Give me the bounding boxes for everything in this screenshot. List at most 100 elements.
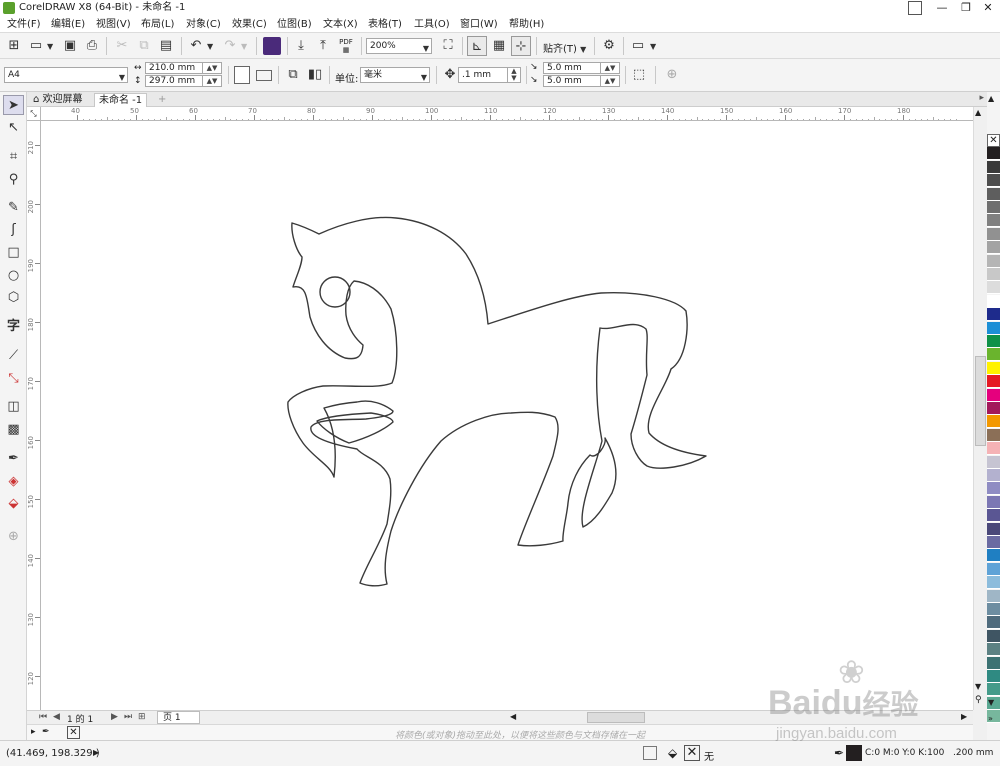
polygon-tool-icon[interactable]: ⬡ (3, 288, 24, 308)
print-icon[interactable]: ⎙ (82, 36, 102, 56)
palette-scroll-up-icon[interactable]: ▲ (988, 94, 994, 103)
current-page-icon[interactable]: ▮▯ (305, 65, 325, 85)
zoom-level-combo[interactable]: 200% ▼ (366, 38, 432, 54)
freehand-tool-icon[interactable]: ✎ (3, 198, 24, 218)
color-swatch[interactable] (987, 375, 1000, 389)
page-size-dropdown-icon[interactable]: ▼ (119, 71, 125, 85)
show-grid-icon[interactable]: ▦ (489, 36, 509, 56)
units-dropdown-icon[interactable]: ▼ (421, 71, 427, 85)
color-swatch[interactable] (987, 629, 1000, 643)
crop-tool-icon[interactable]: ⌗ (3, 147, 24, 167)
minimize-button[interactable]: — (930, 0, 954, 16)
pick-tool-icon[interactable]: ➤ (3, 95, 24, 115)
duplicate-y-input[interactable]: 5.0 mm (543, 75, 601, 87)
publish-pdf-icon[interactable]: PDF ▦ (337, 38, 355, 54)
color-swatch[interactable] (987, 428, 1000, 442)
color-swatch[interactable] (987, 187, 1000, 201)
color-swatch[interactable] (987, 415, 1000, 429)
shape-tool-icon[interactable]: ↖ (3, 118, 24, 138)
all-pages-icon[interactable]: ⧉ (283, 65, 303, 85)
outline-color-swatch[interactable] (846, 745, 862, 761)
status-expand-icon[interactable]: ▶ (93, 748, 99, 757)
menu-file[interactable]: 文件(F) (7, 18, 41, 31)
artistic-media-tool-icon[interactable]: ʃ (3, 220, 24, 240)
color-swatch[interactable] (987, 455, 1000, 469)
color-swatch[interactable] (987, 589, 1000, 603)
paste-icon[interactable]: ▤ (156, 36, 176, 56)
restore-button[interactable]: ❐ (954, 0, 978, 16)
color-swatch[interactable] (987, 549, 1000, 563)
horizontal-ruler[interactable]: 40 50 60 70 80 90 100 110 120 130 140 150 160 170 180 (27, 107, 988, 121)
color-swatch[interactable] (987, 268, 1000, 281)
menu-bitmaps[interactable]: 位图(B) (277, 18, 312, 31)
toolbox-customize-icon[interactable]: ⊕ (3, 527, 24, 547)
color-swatch[interactable] (987, 388, 1000, 402)
color-swatch[interactable] (987, 522, 1000, 536)
color-swatch[interactable] (987, 147, 1000, 161)
horse-silhouette-drawing[interactable] (41, 121, 973, 710)
undo-dropdown-icon[interactable]: ▼ (207, 42, 213, 51)
duplicate-y-spinner[interactable]: ▲▼ (600, 75, 620, 87)
connector-tool-icon[interactable]: ⤡ (3, 369, 24, 389)
menu-view[interactable]: 视图(V) (96, 18, 131, 31)
rectangle-tool-icon[interactable]: □ (3, 243, 24, 263)
ruler-origin-icon[interactable]: ⤡ (27, 107, 41, 121)
landscape-orientation-icon[interactable] (256, 70, 272, 81)
color-swatch[interactable] (987, 495, 1000, 509)
color-swatch[interactable] (987, 509, 1000, 523)
full-screen-icon[interactable]: ⛶ (438, 36, 458, 56)
page-height-spinner[interactable]: ▲▼ (202, 75, 222, 87)
new-document-icon[interactable]: ⊞ (4, 36, 24, 56)
menu-layout[interactable]: 布局(L) (141, 18, 174, 31)
parallel-dimension-tool-icon[interactable]: ⟋ (3, 346, 24, 366)
last-page-icon[interactable]: ⏭ (124, 712, 132, 722)
color-swatch[interactable] (987, 683, 1000, 697)
portrait-orientation-icon[interactable] (234, 66, 250, 84)
color-swatch[interactable] (987, 616, 1000, 630)
page-width-input[interactable]: 210.0 mm (145, 62, 203, 74)
first-page-icon[interactable]: ⏮ (39, 712, 47, 722)
corel-connect-icon[interactable] (263, 37, 281, 55)
page-size-combo[interactable]: A4 ▼ (4, 67, 128, 83)
color-proof-icon[interactable] (643, 746, 657, 760)
add-page-icon[interactable]: ⊞ (138, 712, 146, 722)
color-swatch[interactable] (987, 281, 1000, 295)
smart-fill-tool-icon[interactable]: ⬙ (3, 494, 24, 514)
menu-effects[interactable]: 效果(C) (232, 18, 267, 31)
color-swatch[interactable] (987, 656, 1000, 670)
color-swatch[interactable] (987, 308, 1000, 322)
no-color-swatch-icon[interactable]: ✕ (67, 726, 80, 739)
export-icon[interactable]: ⤒ (313, 36, 333, 56)
color-swatch[interactable] (987, 254, 1000, 268)
color-swatch[interactable] (987, 348, 1000, 362)
next-page-icon[interactable]: ▶ (111, 712, 118, 722)
new-tab-button[interactable]: + (154, 93, 170, 107)
color-swatch[interactable] (987, 241, 1000, 255)
color-swatch[interactable] (987, 214, 1000, 228)
color-swatch[interactable] (987, 482, 1000, 496)
tab-welcome-screen[interactable]: ⌂ 欢迎屏幕 (29, 93, 87, 107)
tab-document[interactable]: 未命名 -1 (94, 93, 148, 107)
redo-dropdown-icon[interactable]: ▼ (241, 42, 247, 51)
nudge-spinner[interactable]: ▲ ▼ (507, 67, 521, 83)
color-swatch[interactable] (987, 321, 1000, 335)
color-swatch[interactable] (987, 402, 1000, 415)
menu-edit[interactable]: 编辑(E) (51, 18, 85, 31)
cut-icon[interactable]: ✂ (112, 36, 132, 56)
color-eyedropper-tool-icon[interactable]: ✒ (3, 449, 24, 469)
zoom-tool-icon[interactable]: ⚲ (3, 170, 24, 190)
palette-scroll-down-icon[interactable]: ▼ (988, 698, 994, 707)
color-swatch[interactable] (987, 201, 1000, 214)
color-swatch[interactable] (987, 227, 1000, 241)
quick-customize-icon[interactable]: ⊕ (662, 65, 682, 85)
show-guidelines-icon[interactable]: ⊹ (511, 36, 531, 56)
zoom-dropdown-icon[interactable]: ▼ (423, 42, 429, 56)
undo-icon[interactable]: ↶ (186, 36, 206, 56)
color-swatch[interactable] (987, 576, 1000, 590)
vertical-scrollbar[interactable]: ▲ ▼ ⚲ (973, 107, 987, 710)
redo-icon[interactable]: ↷ (220, 36, 240, 56)
palette-expand-icon[interactable]: » (988, 714, 993, 723)
import-icon[interactable]: ⤓ (291, 36, 311, 56)
drawing-canvas[interactable] (41, 121, 973, 710)
drop-shadow-tool-icon[interactable]: ◫ (3, 397, 24, 417)
